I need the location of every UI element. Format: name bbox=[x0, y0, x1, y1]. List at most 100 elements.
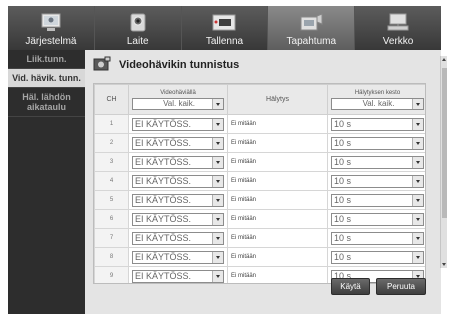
chevron-down-icon[interactable] bbox=[412, 118, 423, 130]
select-value: 10 s bbox=[334, 194, 352, 205]
tab-laite[interactable]: Laite bbox=[94, 6, 182, 50]
video-loss-select[interactable]: EI KÄYTÖSS. bbox=[132, 193, 224, 207]
chevron-down-icon[interactable] bbox=[212, 175, 223, 187]
record-icon bbox=[212, 14, 236, 31]
select-value: EI KÄYTÖSS. bbox=[135, 118, 192, 129]
video-loss-select-all[interactable]: Val. kaik. bbox=[132, 97, 224, 110]
video-loss-select[interactable]: EI KÄYTÖSS. bbox=[132, 174, 224, 188]
duration-cell: 10 s bbox=[327, 190, 425, 210]
duration-select[interactable]: 10 s bbox=[331, 212, 424, 226]
chevron-down-icon[interactable] bbox=[212, 194, 223, 206]
alarm-cell[interactable]: Ei mitään bbox=[227, 171, 328, 191]
tab-tapahtuma[interactable]: Tapahtuma bbox=[268, 6, 356, 50]
select-value: 10 s bbox=[334, 156, 352, 167]
channel-number: 8 bbox=[94, 247, 129, 267]
duration-cell: 10 s bbox=[327, 114, 425, 134]
cancel-button[interactable]: Peruuta bbox=[376, 278, 426, 295]
chevron-down-icon[interactable] bbox=[212, 251, 223, 263]
scrollbar-thumb[interactable] bbox=[442, 68, 447, 218]
chevron-down-icon[interactable] bbox=[212, 270, 223, 282]
alarm-cell[interactable]: Ei mitään bbox=[227, 133, 328, 153]
channel-number: 3 bbox=[94, 152, 129, 172]
top-tab-bar: Järjestelmä Laite Tallenna Tapahtuma Ver… bbox=[8, 6, 441, 50]
chevron-down-icon[interactable] bbox=[212, 118, 223, 130]
alarm-header-label: Hälytys bbox=[266, 96, 289, 103]
chevron-down-icon[interactable] bbox=[212, 137, 223, 149]
sidebar-item-hal-lahdon-aikataulu[interactable]: Häl. lähdön aikataulu bbox=[8, 88, 85, 117]
alarm-cell[interactable]: Ei mitään bbox=[227, 152, 328, 172]
table-row: 3 EI KÄYTÖSS. Ei mitään 10 s bbox=[94, 152, 425, 172]
video-loss-cell: EI KÄYTÖSS. bbox=[128, 266, 228, 283]
duration-header-label: Hälytyksen kesto bbox=[354, 89, 401, 96]
chevron-down-icon[interactable] bbox=[412, 251, 423, 263]
video-loss-table: CH Videohäviällä Val. kaik. Hälytys Häly… bbox=[93, 83, 426, 284]
select-value: 10 s bbox=[334, 137, 352, 148]
tab-verkko[interactable]: Verkko bbox=[355, 6, 441, 50]
select-value: EI KÄYTÖSS. bbox=[135, 137, 192, 148]
alarm-cell[interactable]: Ei mitään bbox=[227, 209, 328, 229]
chevron-down-icon[interactable] bbox=[412, 232, 423, 244]
channel-number: 4 bbox=[94, 171, 129, 191]
chevron-down-icon[interactable] bbox=[212, 156, 223, 168]
video-loss-select[interactable]: EI KÄYTÖSS. bbox=[132, 250, 224, 264]
event-icon bbox=[300, 13, 323, 31]
table-row: 6 EI KÄYTÖSS. Ei mitään 10 s bbox=[94, 209, 425, 229]
alarm-cell[interactable]: Ei mitään bbox=[227, 247, 328, 267]
tab-label: Tallenna bbox=[205, 36, 244, 47]
column-header-ch: CH bbox=[94, 84, 129, 115]
chevron-down-icon[interactable] bbox=[412, 213, 423, 225]
duration-select[interactable]: 10 s bbox=[331, 250, 424, 264]
video-loss-select[interactable]: EI KÄYTÖSS. bbox=[132, 212, 224, 226]
alarm-cell[interactable]: Ei mitään bbox=[227, 114, 328, 134]
chevron-down-icon[interactable] bbox=[412, 137, 423, 149]
select-value: Val. kaik. bbox=[362, 98, 395, 108]
chevron-down-icon[interactable] bbox=[212, 213, 223, 225]
video-loss-select[interactable]: EI KÄYTÖSS. bbox=[132, 136, 224, 150]
table-header-row: CH Videohäviällä Val. kaik. Hälytys Häly… bbox=[94, 84, 425, 115]
video-loss-select[interactable]: EI KÄYTÖSS. bbox=[132, 117, 224, 131]
tab-tallenna[interactable]: Tallenna bbox=[181, 6, 269, 50]
select-value: 10 s bbox=[334, 118, 352, 129]
duration-select[interactable]: 10 s bbox=[331, 155, 424, 169]
chevron-down-icon[interactable] bbox=[412, 156, 423, 168]
duration-select[interactable]: 10 s bbox=[331, 136, 424, 150]
sidebar-item-vid-havik-tunn[interactable]: Vid. hävik. tunn. bbox=[8, 69, 85, 88]
video-loss-cell: EI KÄYTÖSS. bbox=[128, 228, 228, 248]
column-header-video-loss: Videohäviällä Val. kaik. bbox=[128, 84, 228, 115]
scroll-up-arrow-icon[interactable] bbox=[441, 56, 448, 64]
scroll-down-arrow-icon[interactable] bbox=[441, 260, 448, 268]
select-value: EI KÄYTÖSS. bbox=[135, 232, 192, 243]
sidebar-item-liik-tunn[interactable]: Liik.tunn. bbox=[8, 50, 85, 69]
duration-cell: 10 s bbox=[327, 228, 425, 248]
video-loss-select[interactable]: EI KÄYTÖSS. bbox=[132, 231, 224, 245]
video-loss-cell: EI KÄYTÖSS. bbox=[128, 190, 228, 210]
select-value: EI KÄYTÖSS. bbox=[135, 175, 192, 186]
alarm-cell[interactable]: Ei mitään bbox=[227, 190, 328, 210]
dvr-settings-window: Järjestelmä Laite Tallenna Tapahtuma Ver… bbox=[0, 0, 449, 314]
channel-number: 1 bbox=[94, 114, 129, 134]
chevron-down-icon[interactable] bbox=[412, 98, 423, 109]
apply-button[interactable]: Käytä bbox=[331, 278, 370, 295]
duration-select-all[interactable]: Val. kaik. bbox=[331, 97, 424, 110]
camera-icon bbox=[130, 13, 146, 32]
chevron-down-icon[interactable] bbox=[412, 194, 423, 206]
select-value: EI KÄYTÖSS. bbox=[135, 194, 192, 205]
video-loss-select[interactable]: EI KÄYTÖSS. bbox=[132, 269, 224, 283]
chevron-down-icon[interactable] bbox=[212, 98, 223, 109]
duration-select[interactable]: 10 s bbox=[331, 117, 424, 131]
duration-select[interactable]: 10 s bbox=[331, 231, 424, 245]
duration-select[interactable]: 10 s bbox=[331, 174, 424, 188]
page-title: Videohävikin tunnistus bbox=[119, 59, 240, 71]
video-loss-select[interactable]: EI KÄYTÖSS. bbox=[132, 155, 224, 169]
chevron-down-icon[interactable] bbox=[412, 175, 423, 187]
duration-cell: 10 s bbox=[327, 133, 425, 153]
network-icon bbox=[387, 13, 409, 31]
select-value: EI KÄYTÖSS. bbox=[135, 270, 192, 281]
chevron-down-icon[interactable] bbox=[212, 232, 223, 244]
duration-select[interactable]: 10 s bbox=[331, 193, 424, 207]
alarm-cell[interactable]: Ei mitään bbox=[227, 266, 328, 283]
vertical-scrollbar[interactable] bbox=[440, 56, 447, 268]
tab-jarjestelma[interactable]: Järjestelmä bbox=[8, 6, 95, 50]
alarm-cell[interactable]: Ei mitään bbox=[227, 228, 328, 248]
channel-number: 2 bbox=[94, 133, 129, 153]
